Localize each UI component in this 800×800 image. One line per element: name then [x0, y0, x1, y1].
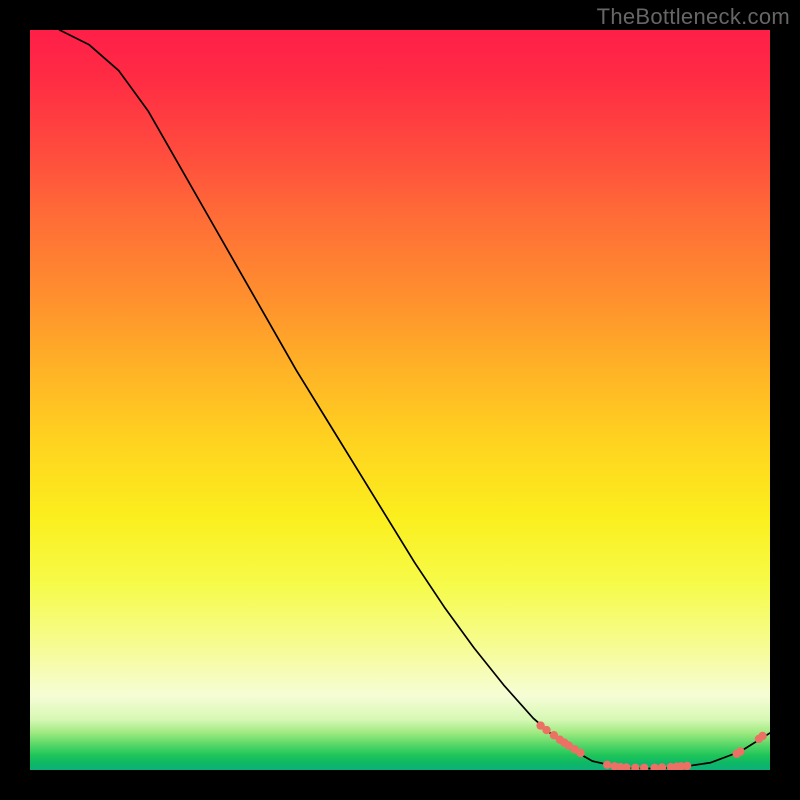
chart-svg: [30, 30, 770, 770]
data-marker: [650, 764, 658, 770]
data-marker: [658, 763, 666, 770]
data-marker: [683, 762, 691, 770]
data-marker: [736, 747, 744, 755]
chart-frame: TheBottleneck.com: [0, 0, 800, 800]
plot-area: [30, 30, 770, 770]
data-marker: [576, 749, 584, 757]
bottleneck-curve: [60, 30, 770, 769]
marker-group: [536, 721, 766, 770]
data-marker: [631, 764, 639, 770]
watermark-label: TheBottleneck.com: [597, 4, 790, 30]
data-marker: [758, 732, 766, 740]
data-marker: [603, 761, 611, 769]
data-marker: [640, 764, 648, 770]
data-marker: [542, 726, 550, 734]
